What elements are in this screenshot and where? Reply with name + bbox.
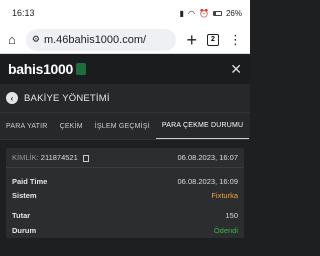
amount-row: Tutar 150: [6, 208, 244, 222]
badge-icon: [76, 63, 87, 75]
tab-bar: PARA YATIR ÇEKİM İŞLEM GEÇMİŞİ PARA ÇEKM…: [0, 112, 250, 140]
amount-label: Tutar: [12, 210, 31, 220]
system-row: Sistem Fixturka: [6, 188, 244, 202]
wifi-icon: ◠: [188, 8, 196, 18]
paid-time-row: Paid Time 06.08.2023, 16:09: [6, 174, 244, 188]
tab-deposit[interactable]: PARA YATIR: [0, 113, 54, 139]
system-label: Sistem: [12, 190, 37, 200]
os-status-bar: 16:13 ▮ ◠ ⏰ 26%: [0, 0, 250, 26]
clock: 16:13: [12, 8, 35, 18]
logo-text: bahis1000: [8, 61, 74, 77]
site-info-icon[interactable]: ⚙: [32, 34, 40, 45]
paid-time-value: 06.08.2023, 16:09: [177, 176, 238, 186]
address-bar[interactable]: ⚙ m.46bahis1000.com/: [25, 28, 177, 51]
tab-withdrawal-status[interactable]: PARA ÇEKME DURUMU: [155, 113, 250, 139]
tab-switcher-button[interactable]: 2: [207, 33, 219, 46]
status-label: Durum: [12, 225, 37, 235]
id-date: 06.08.2023, 16:07: [177, 153, 238, 162]
battery-level: 26%: [225, 8, 242, 18]
system-value: Fixturka: [211, 190, 238, 200]
url-text: m.46bahis1000.com/: [43, 33, 147, 46]
new-tab-button[interactable]: +: [186, 31, 197, 49]
tab-history[interactable]: İŞLEM GEÇMİŞİ: [89, 113, 156, 139]
menu-icon[interactable]: ⋮: [229, 33, 242, 46]
withdrawal-card: KİMLİK: 211874521 06.08.2023, 16:07 Paid…: [6, 148, 244, 238]
paid-time-label: Paid Time: [12, 176, 48, 186]
status-icons: ▮ ◠ ⏰ 26%: [180, 9, 242, 18]
id-value: 211874521: [40, 153, 78, 162]
logo[interactable]: bahis1000: [8, 61, 87, 77]
id-label: KİMLİK:: [12, 153, 39, 162]
amount-value: 150: [225, 210, 238, 220]
back-button[interactable]: ‹: [6, 92, 18, 104]
alarm-icon: ⏰: [199, 8, 209, 18]
browser-toolbar: ⌂ ⚙ m.46bahis1000.com/ + 2 ⋮: [0, 26, 250, 54]
page-header: ‹ BAKİYE YÖNETİMİ: [0, 84, 250, 112]
close-icon[interactable]: ✕: [230, 61, 242, 78]
tab-withdraw[interactable]: ÇEKİM: [54, 113, 89, 139]
battery-icon: [212, 10, 222, 16]
site-header: bahis1000 ✕: [0, 54, 250, 84]
home-icon[interactable]: ⌂: [8, 32, 16, 47]
signal-icon: ▮: [179, 8, 185, 18]
page-title: BAKİYE YÖNETİMİ: [24, 92, 110, 104]
copy-icon[interactable]: [82, 154, 89, 162]
id-row: KİMLİK: 211874521 06.08.2023, 16:07: [6, 148, 244, 168]
status-value: Ödendi: [213, 225, 238, 235]
status-row: Durum Ödendi: [6, 222, 244, 238]
